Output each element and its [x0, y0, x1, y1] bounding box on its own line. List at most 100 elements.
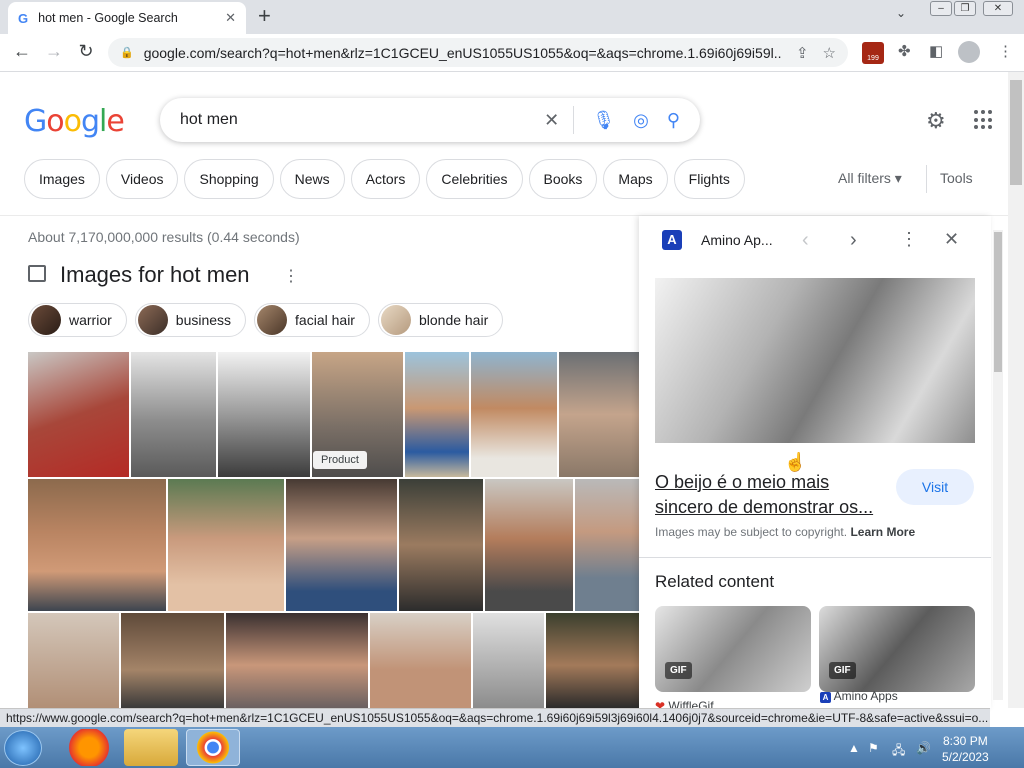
show-hidden-icons-arrow-icon[interactable]: ▲: [848, 741, 860, 755]
image-result[interactable]: [370, 613, 471, 708]
chip-shopping[interactable]: Shopping: [184, 159, 274, 199]
image-result[interactable]: [471, 352, 557, 477]
image-result[interactable]: [226, 613, 368, 708]
previous-image-chevron-icon[interactable]: ‹: [802, 229, 809, 252]
share-icon[interactable]: ⇪: [796, 44, 809, 62]
chrome-menu-icon[interactable]: ⋮: [998, 42, 1013, 60]
preview-title-link[interactable]: O beijo é o meio mais sincero de demonst…: [655, 470, 885, 520]
chip-videos[interactable]: Videos: [105, 159, 179, 199]
profile-avatar[interactable]: [958, 41, 980, 63]
amino-apps-favicon-icon: A: [662, 230, 682, 250]
refine-chip-warrior[interactable]: warrior: [28, 303, 127, 337]
image-result[interactable]: [28, 352, 129, 477]
tab-search-chevron-icon[interactable]: ⌄: [896, 6, 906, 20]
clock-date: 5/2/2023: [942, 750, 989, 764]
address-bar[interactable]: 🔒 google.com/search?q=hot+men&rlz=1C1GCE…: [108, 38, 848, 67]
refine-chip-business[interactable]: business: [134, 303, 247, 337]
image-result[interactable]: [121, 613, 224, 708]
tools-button[interactable]: Tools: [940, 170, 973, 186]
forward-arrow-icon[interactable]: →: [42, 41, 66, 62]
chip-thumbnail: [137, 305, 168, 335]
visit-button[interactable]: Visit: [896, 469, 974, 505]
image-result[interactable]: [405, 352, 469, 477]
image-result[interactable]: [131, 352, 216, 477]
amino-apps-favicon-icon: A: [820, 692, 831, 703]
windows-start-button[interactable]: [4, 730, 42, 766]
minimize-button[interactable]: –: [930, 1, 952, 16]
firefox-taskbar-icon[interactable]: [62, 729, 116, 766]
search-icon[interactable]: ⚲: [667, 110, 680, 131]
reload-icon[interactable]: ↻: [74, 41, 98, 62]
new-tab-button[interactable]: +: [258, 5, 271, 27]
search-input[interactable]: hot men: [180, 111, 526, 129]
related-image[interactable]: GIF: [819, 606, 975, 692]
filters-divider: [926, 165, 927, 193]
file-explorer-taskbar-icon[interactable]: [124, 729, 178, 766]
calendar-extension-icon[interactable]: 199: [862, 42, 884, 64]
copyright-text: Images may be subject to copyright.: [655, 525, 848, 539]
search-box[interactable]: hot men ✕ 🎙 ◎ ⚲: [160, 98, 700, 142]
chip-images[interactable]: Images: [24, 159, 100, 199]
chip-books[interactable]: Books: [528, 159, 598, 199]
image-result[interactable]: [399, 479, 483, 611]
chip-maps[interactable]: Maps: [603, 159, 668, 199]
image-result[interactable]: [218, 352, 310, 477]
image-result[interactable]: [286, 479, 397, 611]
google-apps-grid-icon[interactable]: [974, 110, 994, 130]
next-image-chevron-icon[interactable]: ›: [850, 229, 857, 252]
close-window-button[interactable]: ✕: [983, 1, 1013, 16]
restore-button[interactable]: ❐: [954, 1, 976, 16]
image-result[interactable]: [546, 613, 639, 708]
learn-more-link[interactable]: Learn More: [850, 525, 915, 539]
settings-gear-icon[interactable]: ⚙: [926, 108, 946, 134]
bookmark-star-icon[interactable]: ☆: [823, 44, 836, 62]
image-result[interactable]: [559, 352, 639, 477]
back-arrow-icon[interactable]: ←: [10, 41, 34, 62]
taskbar-clock[interactable]: 8:30 PM 5/2/2023: [942, 733, 989, 765]
chip-actors[interactable]: Actors: [350, 159, 421, 199]
chip-label: business: [175, 312, 232, 328]
result-stats: About 7,170,000,000 results (0.44 second…: [28, 229, 300, 245]
chrome-taskbar-icon[interactable]: [186, 729, 240, 766]
panel-source-name[interactable]: Amino Ap...: [701, 232, 773, 248]
more-options-icon[interactable]: ⋮: [283, 266, 299, 286]
microphone-icon[interactable]: 🎙: [592, 110, 615, 131]
related-content-heading: Related content: [655, 572, 775, 591]
refine-chips: warrior business facial hair blonde hair: [28, 303, 504, 337]
image-result[interactable]: [485, 479, 573, 611]
image-result[interactable]: [28, 479, 166, 611]
image-result[interactable]: [473, 613, 544, 708]
search-filter-chips: Images Videos Shopping News Actors Celeb…: [24, 159, 745, 199]
search-divider: [573, 106, 575, 134]
volume-icon[interactable]: 🔊: [916, 741, 931, 755]
image-result[interactable]: [575, 479, 639, 611]
clock-time: 8:30 PM: [943, 734, 988, 748]
all-filters-dropdown[interactable]: All filters ▾: [838, 170, 902, 187]
chip-news[interactable]: News: [279, 159, 345, 199]
image-result[interactable]: [28, 613, 119, 708]
action-center-flag-icon[interactable]: ⚑: [868, 741, 879, 755]
extensions-puzzle-icon[interactable]: ✤: [898, 42, 911, 60]
chip-celebrities[interactable]: Celebrities: [426, 159, 523, 199]
images-heading[interactable]: Images for hot men: [60, 262, 250, 288]
page-scrollbar-thumb[interactable]: [1010, 80, 1022, 185]
logo-letter: o: [46, 104, 64, 139]
side-panel-icon[interactable]: ◧: [929, 42, 943, 60]
google-logo[interactable]: Google: [24, 104, 125, 139]
image-result[interactable]: [168, 479, 284, 611]
refine-chip-facial-hair[interactable]: facial hair: [254, 303, 370, 337]
related-image[interactable]: GIF: [655, 606, 811, 692]
refine-chip-blonde-hair[interactable]: blonde hair: [377, 303, 504, 337]
chip-flights[interactable]: Flights: [673, 159, 745, 199]
panel-close-icon[interactable]: ✕: [944, 229, 959, 250]
panel-more-options-icon[interactable]: ⋮: [900, 229, 918, 250]
network-icon[interactable]: 🖧: [892, 741, 905, 762]
tab-close-icon[interactable]: ✕: [225, 10, 236, 26]
tab-google-search[interactable]: G hot men - Google Search ✕: [8, 2, 246, 34]
panel-scrollbar-thumb[interactable]: [994, 232, 1002, 372]
clear-icon[interactable]: ✕: [544, 110, 559, 131]
related-source-label: A Amino Apps: [820, 689, 898, 703]
camera-lens-icon[interactable]: ◎: [633, 110, 649, 131]
chip-label: warrior: [69, 312, 112, 328]
preview-image[interactable]: [655, 278, 975, 443]
